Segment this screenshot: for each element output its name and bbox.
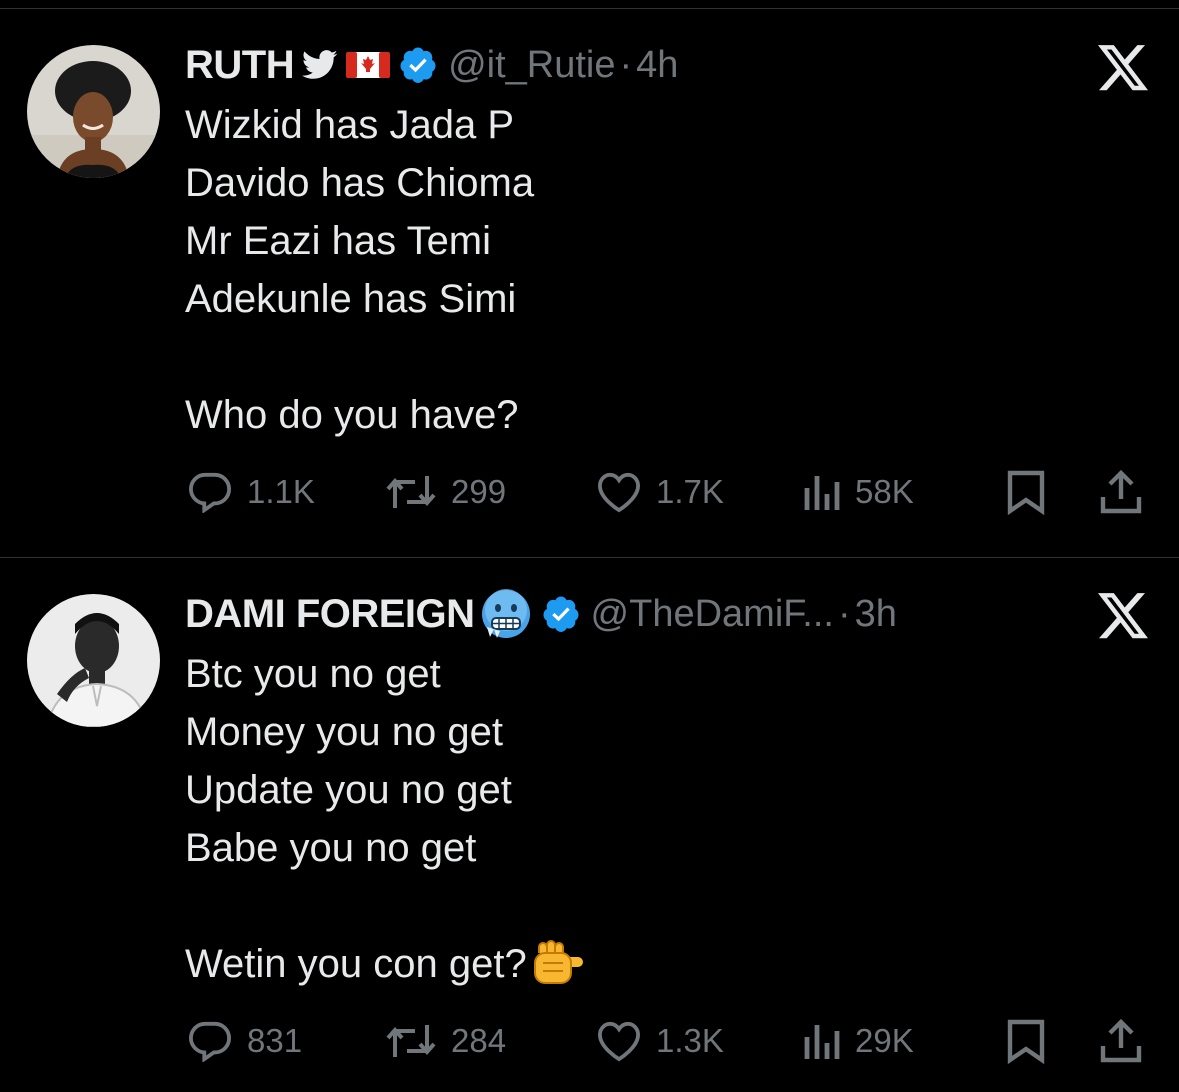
- views-icon: [804, 1025, 840, 1059]
- timestamp[interactable]: 4h: [636, 44, 678, 87]
- tweet-text: Wizkid has Jada P Davido has Chioma Mr E…: [185, 96, 534, 444]
- avatar[interactable]: [27, 45, 160, 178]
- bookmark-button[interactable]: [1006, 467, 1046, 517]
- tweet-line: Money you no get: [185, 710, 503, 754]
- reply-button[interactable]: 831: [187, 1016, 302, 1066]
- handle[interactable]: @TheDamiF...: [591, 593, 834, 636]
- reply-button[interactable]: 1.1K: [187, 467, 315, 517]
- views-count: 58K: [855, 473, 914, 510]
- like-button[interactable]: 1.3K: [596, 1016, 724, 1066]
- views-icon: [804, 476, 840, 510]
- tweet-line: Babe you no get: [185, 826, 477, 870]
- separator-dot: ·: [837, 592, 851, 635]
- pointing-fist-emoji-icon: [529, 939, 585, 989]
- retweet-button[interactable]: 299: [385, 467, 506, 517]
- tweet-line: Wetin you con get?: [185, 942, 527, 986]
- retweet-count: 299: [451, 473, 507, 510]
- tweet-header: DAMI FOREIGN @TheDamiF... · 3h: [185, 588, 897, 640]
- x-logo-icon: [1098, 593, 1148, 639]
- tweet-card[interactable]: DAMI FOREIGN @TheDamiF... · 3h Btc you n…: [0, 558, 1179, 1092]
- verified-badge-icon: [541, 594, 581, 634]
- display-name[interactable]: RUTH: [185, 43, 295, 88]
- handle[interactable]: @it_Rutie: [448, 44, 615, 87]
- tweet-line: Wizkid has Jada P: [185, 103, 515, 147]
- verified-badge-icon: [398, 45, 438, 85]
- views-count: 29K: [855, 1022, 914, 1059]
- bookmark-button[interactable]: [1006, 1016, 1046, 1066]
- retweet-icon: [386, 476, 436, 508]
- tweet-line: Update you no get: [185, 768, 512, 812]
- action-bar: 1.1K 299 1.7K 58K: [0, 467, 1179, 517]
- share-button[interactable]: [1099, 1016, 1143, 1066]
- tweet-header: RUTH @it_Rutie · 4h: [185, 39, 678, 91]
- heart-icon: [597, 472, 641, 513]
- share-icon: [1100, 1018, 1142, 1063]
- reply-count: 831: [247, 1022, 303, 1059]
- bookmark-icon: [1007, 1019, 1045, 1064]
- tweet-line: Who do you have?: [185, 393, 519, 437]
- reply-icon: [188, 1021, 232, 1062]
- tweet-line: Davido has Chioma: [185, 161, 535, 205]
- separator-dot: ·: [619, 43, 633, 86]
- tweet-line-with-emoji: Wetin you con get?: [185, 935, 585, 993]
- share-button[interactable]: [1099, 467, 1143, 517]
- like-count: 1.3K: [656, 1022, 724, 1059]
- reply-icon: [188, 472, 232, 513]
- freezing-face-emoji-icon: [479, 587, 533, 641]
- canada-flag-icon: [346, 52, 391, 78]
- share-icon: [1100, 469, 1142, 514]
- tweet-line: Adekunle has Simi: [185, 277, 517, 321]
- like-count: 1.7K: [656, 473, 724, 510]
- like-button[interactable]: 1.7K: [596, 467, 724, 517]
- display-name[interactable]: DAMI FOREIGN: [185, 592, 475, 637]
- retweet-icon: [386, 1025, 436, 1057]
- action-bar: 831 284 1.3K 29K: [0, 1016, 1179, 1066]
- twitter-bird-icon: [302, 50, 338, 80]
- tweet-text: Btc you no get Money you no get Update y…: [185, 645, 585, 993]
- reply-count: 1.1K: [247, 473, 315, 510]
- views-button[interactable]: 29K: [803, 1016, 914, 1066]
- avatar[interactable]: [27, 594, 160, 727]
- retweet-count: 284: [451, 1022, 507, 1059]
- views-button[interactable]: 58K: [803, 467, 914, 517]
- tweet-card[interactable]: RUTH @it_Rutie · 4h Wizkid has Jada P Da…: [0, 0, 1179, 556]
- tweet-line: Mr Eazi has Temi: [185, 219, 492, 263]
- timestamp[interactable]: 3h: [855, 593, 897, 636]
- x-logo-icon: [1098, 45, 1148, 91]
- bookmark-icon: [1007, 470, 1045, 515]
- heart-icon: [597, 1021, 641, 1062]
- retweet-button[interactable]: 284: [385, 1016, 506, 1066]
- tweet-line: Btc you no get: [185, 652, 441, 696]
